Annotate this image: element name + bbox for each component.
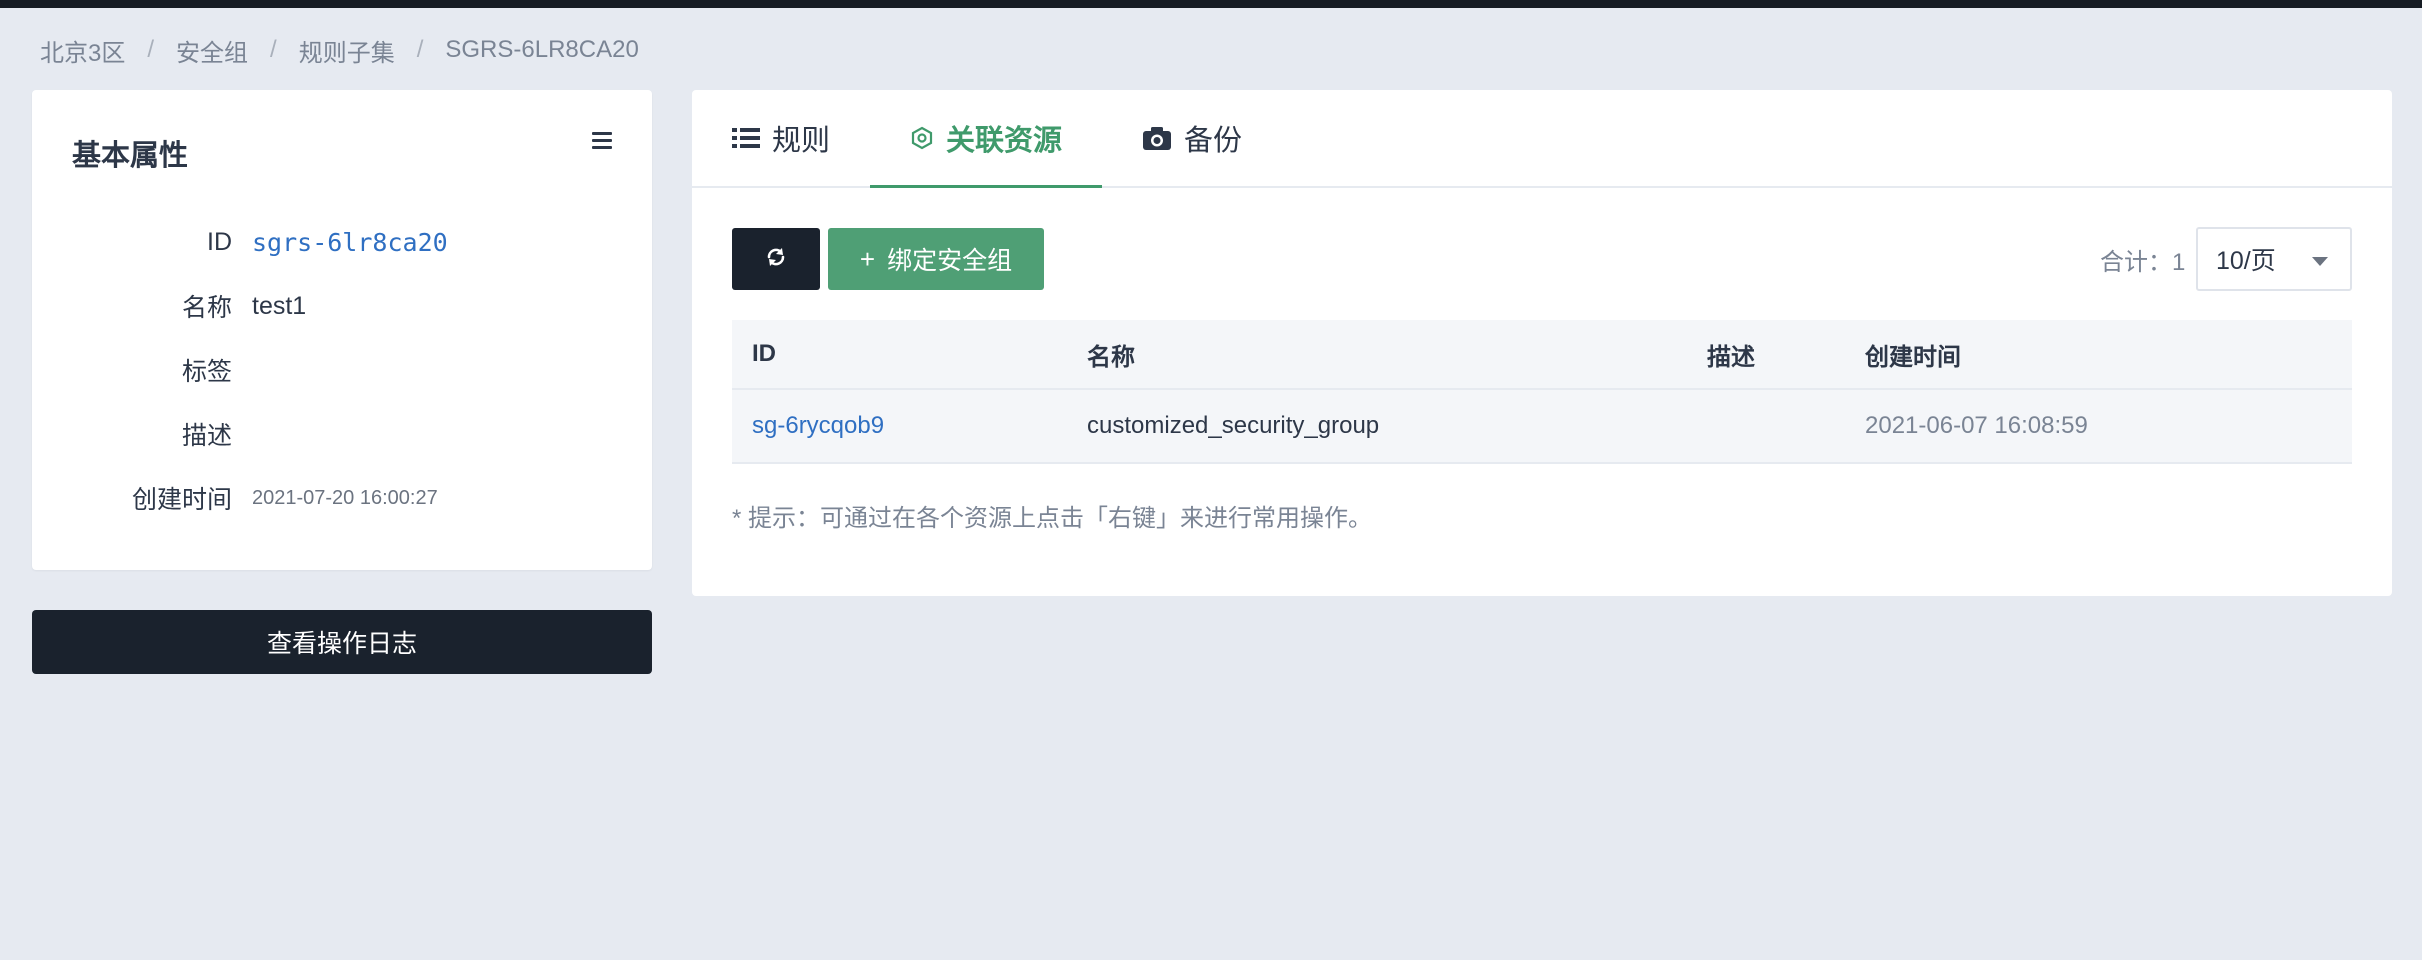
table-row[interactable]: sg-6rycqob9 customized_security_group 20… xyxy=(732,390,2352,464)
property-row-created: 创建时间 2021-07-20 16:00:27 xyxy=(32,478,652,518)
tab-backup-label: 备份 xyxy=(1184,125,1243,157)
tab-backup[interactable]: 备份 xyxy=(1102,90,1282,186)
plus-icon: + xyxy=(859,243,876,274)
breadcrumb-separator: / xyxy=(270,36,277,63)
breadcrumb-separator: / xyxy=(147,36,155,63)
property-label: 描述 xyxy=(181,422,232,450)
breadcrumb-separator: / xyxy=(416,36,424,63)
hexagon-gear-icon xyxy=(910,126,934,150)
column-header-description[interactable]: 描述 xyxy=(1687,337,1845,372)
bind-security-group-button[interactable]: + 绑定安全组 xyxy=(828,228,1044,290)
column-header-created[interactable]: 创建时间 xyxy=(1845,337,2352,372)
property-value-created: 2021-07-20 16:00:27 xyxy=(252,486,438,509)
basic-properties-title: 基本属性 xyxy=(72,140,189,172)
bind-security-group-label: 绑定安全组 xyxy=(887,247,1013,275)
property-label: 创建时间 xyxy=(131,486,232,514)
resource-panel: 规则 关联资源 备份 + 绑定安全组 合计：1 10/页 ID 名称 描述 创建… xyxy=(692,90,2392,596)
table-header: ID 名称 描述 创建时间 xyxy=(732,320,2352,390)
list-icon xyxy=(732,126,760,150)
cell-name: customized_security_group xyxy=(1087,412,1380,439)
camera-icon xyxy=(1142,125,1172,151)
total-count: 合计：1 xyxy=(2100,248,2186,276)
property-row-tags: 标签 xyxy=(32,350,652,390)
property-row-description: 描述 xyxy=(32,414,652,454)
property-value-id: sgrs-6lr8ca20 xyxy=(252,227,448,257)
resource-table: ID 名称 描述 创建时间 sg-6rycqob9 customized_sec… xyxy=(732,320,2352,464)
property-row-name: 名称 test1 xyxy=(32,286,652,326)
property-label: 标签 xyxy=(181,358,232,386)
property-value-name: test1 xyxy=(252,291,307,320)
column-header-name[interactable]: 名称 xyxy=(1067,337,1687,372)
refresh-icon xyxy=(765,246,787,273)
tab-associated-resources-label: 关联资源 xyxy=(946,125,1063,157)
cell-id-link[interactable]: sg-6rycqob9 xyxy=(732,412,1067,440)
column-header-id[interactable]: ID xyxy=(732,340,1067,368)
page-size-value: 10/页 xyxy=(2216,247,2276,275)
tab-bar: 规则 关联资源 备份 xyxy=(692,90,2392,188)
caret-down-icon xyxy=(2312,257,2328,266)
breadcrumb-security-group[interactable]: 安全组 xyxy=(176,33,248,68)
view-operation-log-button[interactable]: 查看操作日志 xyxy=(32,610,652,674)
tab-rules[interactable]: 规则 xyxy=(692,90,870,186)
property-label: ID xyxy=(207,227,232,256)
property-label: 名称 xyxy=(181,294,232,322)
breadcrumb-current: SGRS-6LR8CA20 xyxy=(445,36,639,63)
hamburger-menu-icon[interactable] xyxy=(592,132,612,152)
top-bar xyxy=(0,0,2422,8)
breadcrumb-region[interactable]: 北京3区 xyxy=(40,33,125,68)
context-menu-hint: * 提示：可通过在各个资源上点击「右键」来进行常用操作。 xyxy=(732,505,1373,532)
tab-rules-label: 规则 xyxy=(772,125,831,157)
property-row-id: ID sgrs-6lr8ca20 xyxy=(32,222,652,262)
breadcrumb-rule-subset[interactable]: 规则子集 xyxy=(299,33,395,68)
tab-associated-resources[interactable]: 关联资源 xyxy=(870,90,1103,188)
refresh-button[interactable] xyxy=(732,228,820,290)
page-size-select[interactable]: 10/页 xyxy=(2196,227,2352,291)
breadcrumb: 北京3区 / 安全组 / 规则子集 / SGRS-6LR8CA20 xyxy=(40,30,639,70)
cell-created: 2021-06-07 16:08:59 xyxy=(1865,412,2088,439)
